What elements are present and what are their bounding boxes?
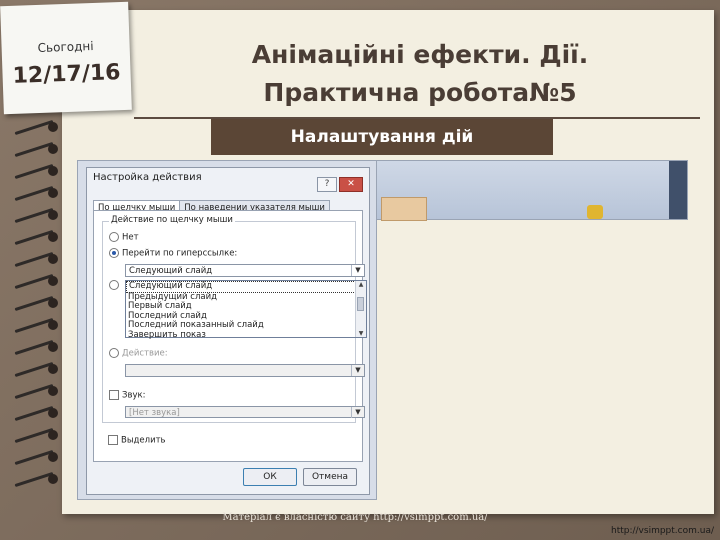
chevron-down-icon[interactable]: ▼ <box>351 365 364 376</box>
option-hyperlink-label: Перейти по гиперссылке: <box>122 248 238 259</box>
title-line-2: Практична робота№5 <box>263 78 577 107</box>
highlight-label: Выделить <box>121 435 166 446</box>
help-button[interactable]: ? <box>317 177 337 192</box>
title-line-1: Анімаційні ефекти. Дії. <box>251 40 589 69</box>
highlight-checkbox[interactable] <box>108 435 118 445</box>
sound-label: Звук: <box>122 390 146 401</box>
chevron-down-icon[interactable]: ▼ <box>351 265 364 276</box>
sound-select-value: [Нет звука] <box>129 408 180 418</box>
today-label: Сьогодні <box>37 39 94 55</box>
action-settings-dialog: Настройка действия ? ✕ По щелчку мыши По н… <box>86 167 370 495</box>
close-button[interactable]: ✕ <box>339 177 363 192</box>
site-url-link[interactable]: http://vsimppt.com.ua/ <box>611 526 714 536</box>
date-value: 12/17/16 <box>12 60 121 89</box>
highlight-option[interactable]: Выделить <box>108 435 166 446</box>
hyperlink-dropdown-list[interactable]: Следующий слайд Предыдущий слайд Первый … <box>125 280 367 341</box>
ribbon-thumbnail <box>381 197 427 221</box>
dialog-screenshot: Настройка действия ? ✕ По щелчку мыши По н… <box>77 160 377 500</box>
list-scrollbar[interactable]: ▲ ▼ <box>355 281 366 337</box>
sound-checkbox[interactable] <box>109 390 119 400</box>
hyperlink-select-value: Следующий слайд <box>129 266 213 276</box>
ribbon-edge <box>669 161 687 219</box>
date-note: Сьогодні 12/17/16 <box>0 1 132 115</box>
radio-hyperlink[interactable] <box>109 248 119 258</box>
option-action-label: Действие: <box>122 348 168 359</box>
action-select[interactable]: ▼ <box>125 364 365 377</box>
option-none-label: Нет <box>122 232 139 243</box>
group-label: Действие по щелчку мыши <box>109 215 235 225</box>
radio-none[interactable] <box>109 232 119 242</box>
radio-action[interactable] <box>109 348 119 358</box>
tab-panel: Действие по щелчку мыши Нет Перейти по г… <box>93 210 367 462</box>
sound-select[interactable]: [Нет звука] ▼ <box>125 406 365 418</box>
powerpoint-ribbon-screenshot <box>376 160 688 221</box>
chevron-down-icon[interactable]: ▼ <box>351 407 364 418</box>
scroll-up-icon[interactable]: ▲ <box>356 281 366 288</box>
cancel-button[interactable]: Отмена <box>303 468 357 486</box>
list-item[interactable]: Завершить показ <box>126 330 366 341</box>
list-item[interactable]: Следующий слайд <box>126 281 366 293</box>
section-banner: Налаштування дій <box>211 119 553 155</box>
dialog-title: Настройка действия <box>93 172 202 183</box>
ok-button[interactable]: ОК <box>243 468 297 486</box>
radio-hidden-1[interactable] <box>109 280 119 290</box>
option-none[interactable]: Нет <box>109 232 139 243</box>
scroll-thumb[interactable] <box>357 297 364 311</box>
option-hidden-1[interactable] <box>109 280 122 291</box>
copyright-footer: Матеріал є власністю сайту http://vsimpp… <box>222 512 488 523</box>
option-action[interactable]: Действие: <box>109 348 168 359</box>
spiral-binding <box>8 119 68 520</box>
option-hyperlink[interactable]: Перейти по гиперссылке: <box>109 248 237 259</box>
scroll-down-icon[interactable]: ▼ <box>356 330 366 337</box>
ribbon-icon <box>587 205 603 219</box>
hyperlink-select[interactable]: Следующий слайд ▼ <box>125 264 365 277</box>
sound-option[interactable]: Звук: <box>109 390 146 401</box>
slide-title: Анімаційні ефекти. Дії. Практична робота… <box>140 36 700 112</box>
click-action-group: Действие по щелчку мыши Нет Перейти по г… <box>102 215 367 423</box>
